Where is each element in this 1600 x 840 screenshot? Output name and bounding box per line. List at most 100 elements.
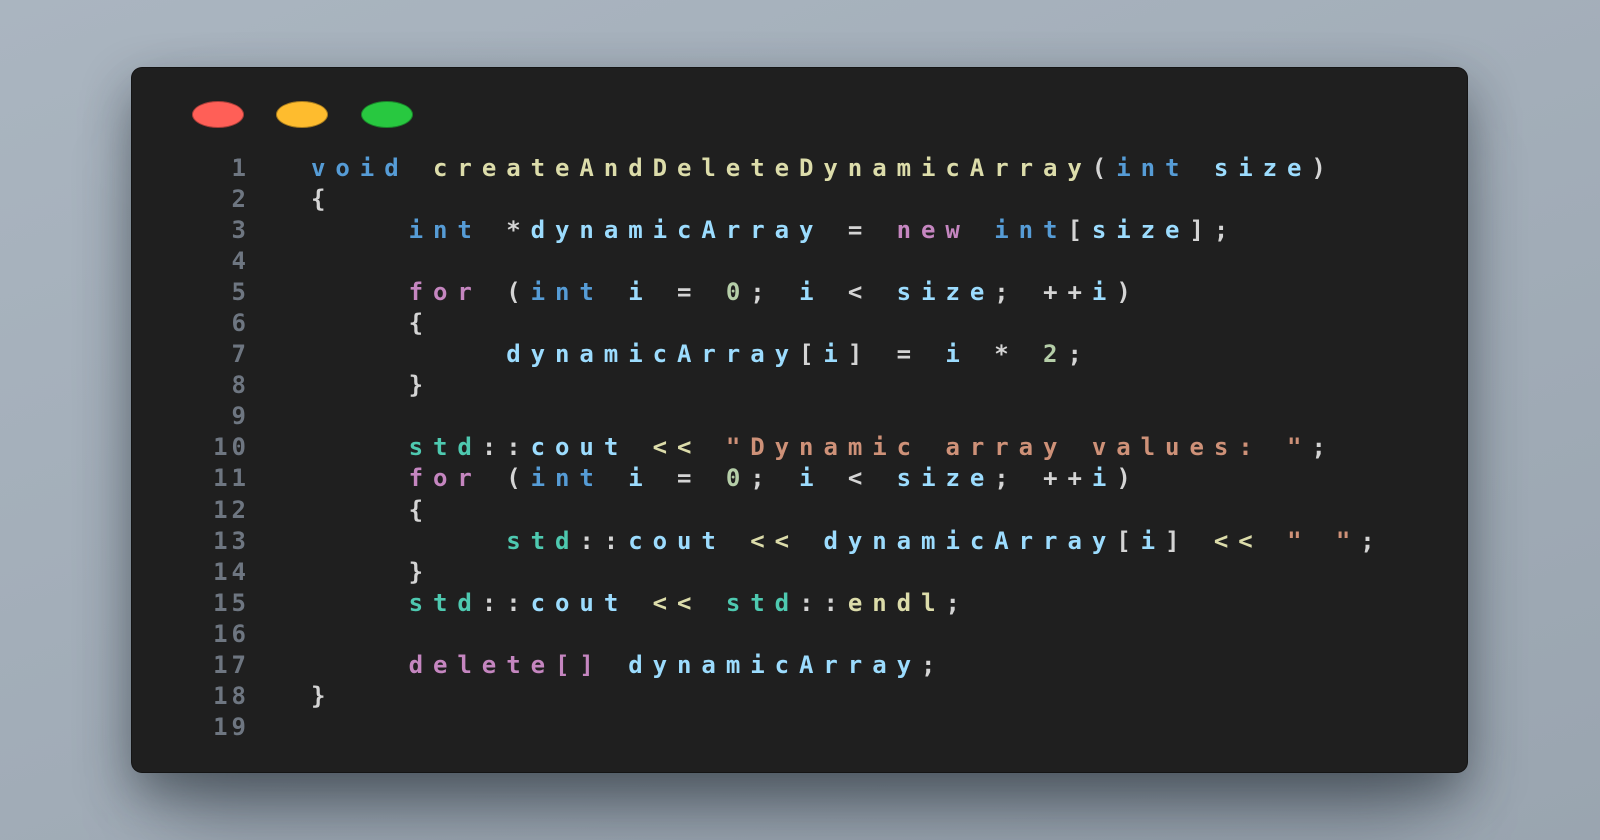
- line-number: 13: [213, 526, 250, 555]
- code-token-variable: size: [1213, 154, 1312, 182]
- code-token-string: " ": [1287, 526, 1361, 555]
- code-token-operator: =: [823, 216, 897, 245]
- line-number: 1: [231, 154, 250, 182]
- code-token-punct: [311, 464, 409, 492]
- code-token-punct: [409, 154, 433, 182]
- line-number: 3: [231, 216, 250, 245]
- code-token-operator: <: [823, 464, 897, 493]
- code-token-punct: [628, 433, 652, 461]
- code-line: 15 std::cout << std::endl;: [132, 588, 1467, 619]
- code-token-variable: i: [1091, 278, 1117, 307]
- code-text: }: [311, 681, 335, 712]
- code-token-variable: cout: [530, 588, 629, 617]
- code-token-variable: i: [945, 340, 970, 369]
- code-token-punct: ;: [945, 588, 970, 617]
- minimize-button[interactable]: [276, 101, 328, 128]
- code-token-operator: =: [652, 464, 726, 493]
- code-token-punct: [1189, 527, 1213, 555]
- code-token-punct: }: [311, 557, 433, 586]
- code-token-namespace: std: [408, 588, 482, 617]
- code-token-punct: ::: [579, 526, 629, 555]
- code-token-punct: ]: [1165, 526, 1190, 555]
- code-token-variable: i: [823, 340, 848, 369]
- code-token-punct: ];: [1189, 216, 1239, 245]
- code-text: void createAndDeleteDynamicArray(int siz…: [311, 153, 1336, 184]
- code-line: 10 std::cout << "Dynamic array values: "…: [132, 432, 1467, 463]
- code-token-punct: ::: [799, 588, 848, 617]
- code-token-punct: [311, 278, 409, 306]
- code-token-operator: ++: [1043, 278, 1092, 307]
- code-token-control: delete[]: [408, 650, 604, 679]
- code-token-punct: (: [1091, 154, 1117, 182]
- code-token-punct: {: [311, 185, 336, 214]
- code-token-punct: ): [1116, 464, 1141, 493]
- line-number: 19: [213, 712, 250, 741]
- code-line: 19: [132, 712, 1467, 743]
- code-token-variable: i: [799, 278, 824, 307]
- code-token-number: 2: [1043, 340, 1068, 369]
- code-token-variable: size: [896, 464, 995, 493]
- code-token-keyword: int: [994, 216, 1068, 245]
- code-line: 4: [132, 246, 1467, 277]
- code-token-variable: cout: [628, 526, 726, 555]
- code-token-control: for: [408, 278, 482, 307]
- line-number: 2: [231, 185, 250, 214]
- line-number: 9: [231, 402, 250, 431]
- code-token-variable: dynamicArray: [506, 340, 799, 369]
- code-token-punct: (: [481, 464, 531, 493]
- code-token-control: new: [896, 216, 970, 245]
- code-line: 13 std::cout << dynamicArray[i] << " ";: [132, 526, 1467, 557]
- code-token-punct: [1189, 154, 1213, 182]
- line-number: 8: [231, 371, 250, 400]
- code-token-punct: {: [311, 309, 433, 338]
- code-token-variable: dynamicArray: [823, 526, 1117, 555]
- close-button[interactable]: [192, 101, 244, 128]
- code-text: {: [311, 495, 433, 526]
- code-token-variable: i: [1140, 526, 1166, 555]
- code-token-punct: ::: [481, 588, 531, 617]
- code-token-variable: i: [1091, 464, 1117, 493]
- code-token-opfn: <<: [1213, 526, 1263, 555]
- code-text: {: [311, 308, 433, 339]
- line-number: 4: [231, 247, 250, 276]
- code-token-punct: }: [311, 681, 336, 710]
- code-token-punct: [311, 589, 409, 617]
- line-number: 7: [231, 340, 250, 369]
- code-editor: 1 void createAndDeleteDynamicArray(int si…: [132, 153, 1467, 743]
- code-token-punct: [482, 216, 506, 244]
- code-line: 5 for (int i = 0; i < size; ++i): [132, 277, 1467, 308]
- code-token-opfn: <<: [652, 433, 702, 462]
- code-token-punct: ;: [994, 464, 1044, 493]
- code-token-punct: [311, 216, 409, 244]
- code-window: 1 void createAndDeleteDynamicArray(int si…: [132, 68, 1467, 772]
- code-line: 7 dynamicArray[i] = i * 2;: [132, 339, 1467, 370]
- code-token-namespace: std: [506, 526, 580, 555]
- code-text: {: [311, 184, 335, 215]
- code-token-keyword: int: [530, 278, 604, 307]
- code-text: delete[] dynamicArray;: [311, 650, 945, 681]
- code-text: }: [311, 557, 433, 588]
- code-token-keyword: int: [1116, 154, 1190, 182]
- code-line: 17 delete[] dynamicArray;: [132, 650, 1467, 681]
- code-token-punct: [799, 527, 823, 555]
- code-token-variable: cout: [530, 433, 629, 462]
- code-token-punct: ;: [1311, 433, 1336, 462]
- code-token-punct: [628, 589, 652, 617]
- code-line: 1 void createAndDeleteDynamicArray(int si…: [132, 153, 1467, 184]
- code-token-punct: ): [1116, 278, 1141, 307]
- code-token-punct: [1263, 527, 1287, 555]
- code-token-punct: {: [311, 495, 433, 524]
- line-number: 17: [213, 650, 250, 679]
- code-token-punct: ;: [1067, 340, 1092, 369]
- code-token-namespace: std: [408, 433, 482, 462]
- code-token-punct: ]: [847, 340, 873, 369]
- code-token-punct: [726, 527, 750, 555]
- code-token-variable: i: [628, 278, 653, 307]
- line-number: 10: [213, 433, 250, 462]
- code-token-variable: i: [799, 464, 824, 493]
- code-line: 3 int *dynamicArray = new int[size];: [132, 215, 1467, 246]
- code-token-punct: ;: [1360, 526, 1385, 555]
- code-token-punct: [311, 651, 409, 679]
- maximize-button[interactable]: [361, 101, 413, 128]
- code-token-variable: dynamicArray: [628, 650, 922, 679]
